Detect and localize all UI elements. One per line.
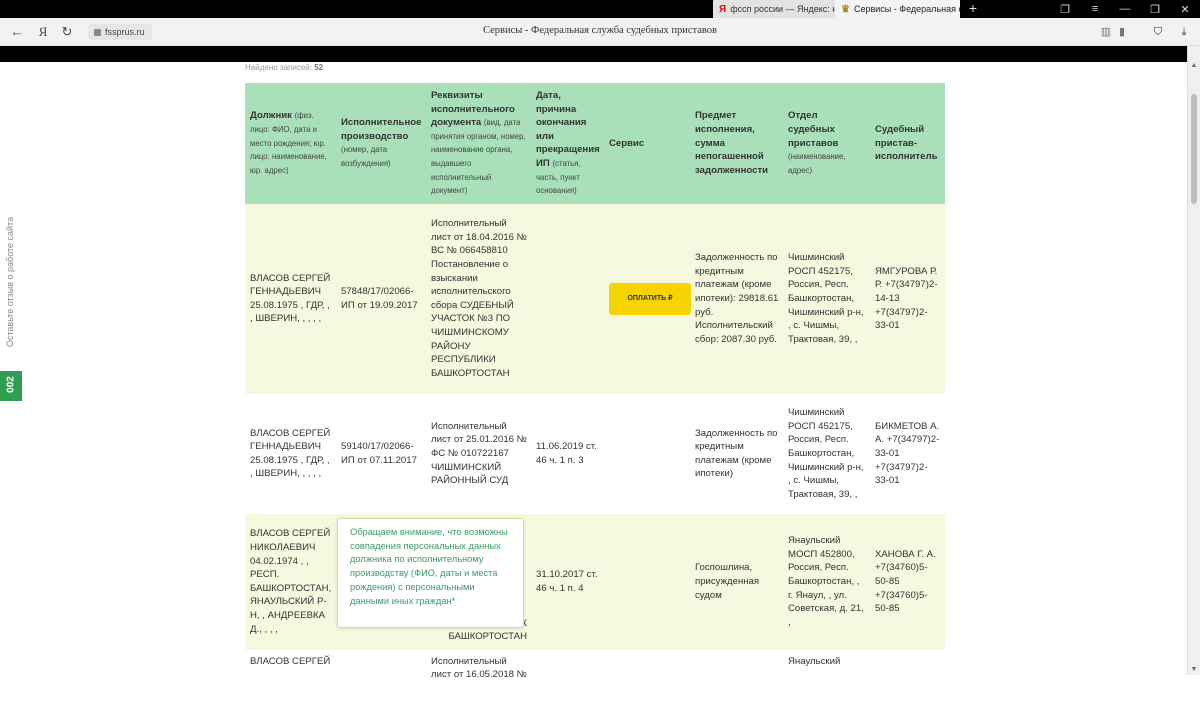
cell-debtor: ВЛАСОВ СЕРГЕЙ [245,649,336,710]
reload-button[interactable]: ↻ [58,23,76,41]
cell-service [604,513,690,650]
url-field[interactable]: fssprus.ru [88,24,152,40]
cell-debtor: ВЛАСОВ СЕРГЕЙ ГЕННАДЬЕВИЧ 25.08.1975 , Г… [245,203,336,394]
scroll-down-icon[interactable]: ▼ [1188,666,1200,673]
close-window-icon[interactable]: ✕ [1170,3,1200,16]
cell-proceeding: 59140/17/02066-ИП от 07.11.2017 [336,393,426,514]
cell-document: Исполнительный лист от 18.04.2016 № ВС №… [426,203,531,394]
cell-bailiff: ЯМГУРОВА Р. Р. +7(34797)2-14-13 +7(34797… [870,203,945,394]
tab-title: Сервисы - Федеральная с [853,4,960,14]
header-department: Отдел судебных приставов (наименование, а… [783,83,870,204]
yandex-button[interactable]: Я [34,23,52,41]
cell-department: Чишминский РОСП 452175, Россия, Респ. Ба… [783,203,870,394]
table-row: ВЛАСОВ СЕРГЕЙ Исполнительный лист от 16.… [245,649,945,710]
cell-end [531,649,604,710]
bookmark-icon[interactable]: ▮ [1114,23,1130,41]
feedback-badge[interactable]: 002 [0,371,22,401]
table-row: ВЛАСОВ СЕРГЕЙ ГЕННАДЬЕВИЧ 25.08.1975 , Г… [245,393,945,514]
cell-proceeding: 57848/17/02066-ИП от 19.09.2017 [336,203,426,394]
cell-department: Янаульский МОСП 452800, Россия, Респ. Ба… [783,513,870,650]
scroll-thumb[interactable] [1191,94,1197,204]
reader-icon[interactable]: ▥ [1098,23,1114,41]
address-bar: ← Я ↻ fssprus.ru Сервисы - Федеральная с… [0,18,1200,46]
scroll-up-icon[interactable]: ▲ [1188,62,1200,69]
feedback-text: Оставьте отзыв о работе сайта [5,216,15,348]
tooltip-text: Обращаем внимание, что возможны совпаден… [350,527,508,606]
cell-subject [690,649,783,710]
bookmarks-bar [0,46,1187,62]
cell-debtor: ВЛАСОВ СЕРГЕЙ ГЕННАДЬЕВИЧ 25.08.1975 , Г… [245,393,336,514]
records-found: Найдено записей: 52 [245,63,323,72]
download-icon[interactable]: ⤓ [1176,23,1192,41]
cell-service: ОПЛАТИТЬ ₽ [604,203,691,394]
found-count: 52 [314,63,324,72]
cell-debtor: ВЛАСОВ СЕРГЕЙ НИКОЛАЕВИЧ 04.02.1974 , , … [245,513,336,650]
cell-document: Исполнительный лист от 16.05.2018 № [426,649,531,710]
tab-yandex-search[interactable]: Я фссп россии — Яндекс: наш [713,0,835,18]
badge-text: 002 [5,376,17,393]
header-bailiff: Судебный пристав-исполнитель [870,83,945,204]
cell-bailiff: БИКМЕТОВ А. А. +7(34797)2-33-01 +7(34797… [870,393,945,514]
tab-fssp-services[interactable]: ♛ Сервисы - Федеральная с ✕ [835,0,960,18]
minimize-icon[interactable]: — [1110,3,1140,15]
found-label: Найдено записей: [245,63,312,72]
cell-subject: Задолженность по кредитным платежам (кро… [690,393,783,514]
feedback-link[interactable]: Оставьте отзыв о работе сайта [2,215,16,360]
cell-document: Исполнительный лист от 25.01.2016 № ФС №… [426,393,531,514]
menu-icon[interactable]: ≡ [1080,3,1110,15]
tab-title: фссп россии — Яндекс: наш [730,4,835,14]
table-header-row: Должник (физ. лицо: ФИО, дата и место ро… [245,83,945,204]
header-end: Дата, причина окончания или прекращения … [531,83,604,204]
header-proceeding: Исполнительное производство (номер, дата … [336,83,426,204]
match-warning-tooltip: Обращаем внимание, что возможны совпаден… [337,518,524,628]
window-controls: ❐ ≡ — ❐ ✕ [1050,0,1200,18]
emblem-icon: ♛ [841,3,850,15]
cell-end [531,203,604,394]
cell-subject: Госпошлина, присужденная судом [690,513,783,650]
header-debtor: Должник (физ. лицо: ФИО, дата и место ро… [245,83,336,204]
cell-proceeding [336,649,426,710]
cell-subject: Задолженность по кредитным платежам (кро… [690,203,783,394]
back-button[interactable]: ← [8,23,26,41]
cell-bailiff [870,649,945,710]
cell-service [604,393,690,514]
cell-department: Чишминский РОСП 452175, Россия, Респ. Ба… [783,393,870,514]
lock-icon [94,29,101,36]
cell-end: 11.06.2019 ст. 46 ч. 1 п. 3 [531,393,604,514]
cell-end: 31.10.2017 ст. 46 ч. 1 п. 4 [531,513,604,650]
header-service: Сервис [604,83,690,204]
protect-icon[interactable]: ⛉ [1150,23,1166,41]
header-document: Реквизиты исполнительного документа (вид… [426,83,531,204]
cell-department: Янаульский [783,649,870,710]
page-scrollbar[interactable]: ▲ ▼ [1187,46,1200,675]
header-subject: Предмет исполнения, сумма непогашенной з… [690,83,783,204]
page-title: Сервисы - Федеральная служба судебных пр… [482,25,718,36]
cell-bailiff: ХАНОВА Г. А. +7(34760)5-50-85 +7(34760)5… [870,513,945,650]
restore-icon[interactable]: ❐ [1140,3,1170,16]
tab-strip: Я фссп россии — Яндекс: наш ♛ Сервисы - … [0,0,1200,18]
yandex-icon: Я [719,3,727,15]
table-row: ВЛАСОВ СЕРГЕЙ ГЕННАДЬЕВИЧ 25.08.1975 , Г… [245,203,945,394]
url-text: fssprus.ru [105,27,145,37]
cell-service [604,649,690,710]
new-tab-button[interactable]: + [965,0,981,18]
bookmarks-icon[interactable]: ❐ [1050,3,1080,16]
pay-button[interactable]: ОПЛАТИТЬ ₽ [609,282,691,315]
